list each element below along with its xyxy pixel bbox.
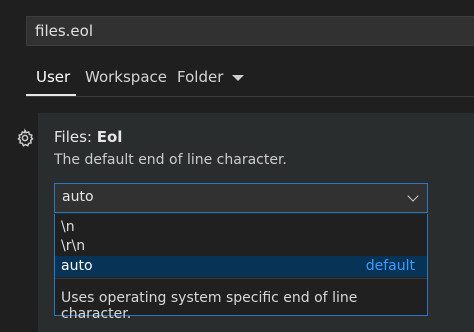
dropdown-option-highlighted[interactable]: auto default (55, 256, 427, 277)
chevron-down-icon (407, 190, 419, 202)
search-input-value: files.eol (35, 22, 94, 40)
tabs-divider (26, 96, 474, 97)
eol-select-value: auto (62, 189, 94, 205)
settings-search-input[interactable]: files.eol (26, 16, 474, 46)
settings-scope-tabs: User Workspace Folder (26, 60, 474, 96)
option-description: Uses operating system specific end of li… (61, 290, 358, 322)
tab-user[interactable]: User (26, 60, 76, 96)
gear-icon[interactable] (15, 128, 35, 148)
setting-category: Files: (54, 128, 97, 146)
dropdown-option[interactable]: \n (55, 217, 427, 238)
tab-user-label: User (36, 68, 71, 86)
setting-title: Files: Eol (54, 128, 122, 146)
option-label: \n (61, 219, 75, 235)
tab-workspace-label: Workspace (85, 68, 167, 86)
tab-workspace[interactable]: Workspace (85, 60, 167, 96)
option-label: \r\n (61, 238, 86, 254)
chevron-down-icon[interactable] (232, 75, 244, 81)
tab-folder-label: Folder (177, 68, 224, 86)
dropdown-option[interactable]: \r\n (55, 236, 427, 257)
setting-name: Eol (96, 128, 123, 146)
option-label: auto (61, 258, 93, 274)
setting-description: The default end of line character. (54, 152, 287, 168)
default-badge: default (365, 258, 415, 274)
tab-folder[interactable]: Folder (177, 60, 223, 96)
dropdown-divider (55, 278, 427, 279)
eol-dropdown-list: \n \r\n auto default Uses operating syst… (54, 214, 428, 322)
eol-select[interactable]: auto (54, 183, 428, 213)
